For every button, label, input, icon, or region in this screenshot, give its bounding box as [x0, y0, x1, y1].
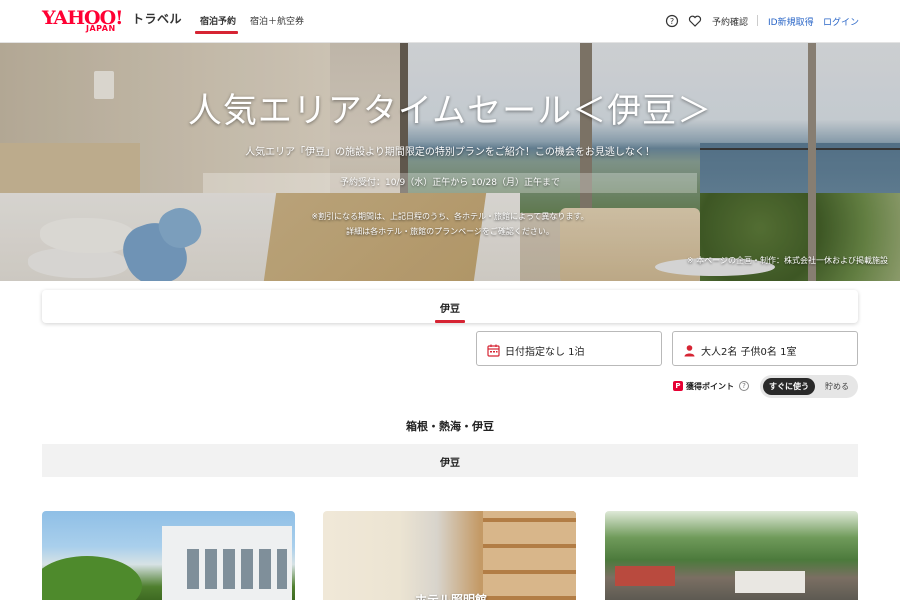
hero-banner: 人気エリアタイムセール＜伊豆＞ 人気エリア「伊豆」の施設より期間限定の特別プラン…: [0, 43, 900, 281]
tab-izu[interactable]: 伊豆: [42, 300, 858, 315]
points-toggle: すぐに使う 貯める: [760, 375, 858, 398]
date-field[interactable]: 日付指定なし 1泊: [476, 331, 662, 366]
tab-hotel-booking[interactable]: 宿泊予約: [200, 14, 236, 27]
hero-subtitle: 人気エリア「伊豆」の施設より期間限定の特別プランをご紹介！この機会をお見逃しなく…: [245, 147, 655, 158]
person-icon: [683, 342, 696, 357]
area-tab-bar: 伊豆: [42, 290, 858, 323]
logo-service: トラベル: [132, 12, 183, 26]
heart-icon[interactable]: [688, 13, 702, 27]
login-link[interactable]: ログイン: [823, 15, 859, 28]
question-circle-icon[interactable]: ?: [665, 13, 679, 28]
hotel-card-label: ホテル照明館: [415, 593, 488, 600]
region-row-izu[interactable]: 伊豆: [42, 444, 858, 477]
paypay-point-icon: P: [673, 381, 683, 391]
active-tab-indicator: [195, 31, 238, 34]
hotel-card-2[interactable]: ホテル照明館: [323, 511, 576, 600]
guests-value: 大人2名 子供0名 1室: [701, 347, 797, 358]
toggle-save[interactable]: 貯める: [820, 378, 854, 395]
yahoo-travel-logo[interactable]: YAHOO! JAPAN トラベル: [42, 8, 182, 34]
logo-sub: JAPAN: [86, 24, 116, 33]
guests-field[interactable]: 大人2名 子供0名 1室: [672, 331, 858, 366]
hero-credit: ※ 本ページの企画・制作：株式会社一休および掲載施設: [686, 256, 888, 265]
hotel-card-3[interactable]: [605, 511, 858, 600]
date-value: 日付指定なし 1泊: [505, 347, 585, 358]
points-help-icon[interactable]: ?: [739, 381, 749, 391]
signup-link[interactable]: ID新規取得: [768, 15, 814, 28]
area-tab-indicator: [435, 320, 465, 323]
calendar-icon: [487, 342, 500, 357]
hero-note-line1: ※割引になる期間は、上記日程のうち、各ホテル・旅館によって異なります。: [311, 212, 589, 221]
hotel-card-1[interactable]: [42, 511, 295, 600]
hero-note: ※割引になる期間は、上記日程のうち、各ホテル・旅館によって異なります。 詳細は各…: [0, 209, 900, 239]
reservation-check-link[interactable]: 予約確認: [712, 15, 748, 28]
tab-hotel-flight[interactable]: 宿泊＋航空券: [250, 14, 304, 27]
hero-period: 予約受付：10/9（水）正午から 10/28（月）正午まで: [203, 173, 697, 193]
header-divider: [757, 15, 758, 26]
hero-note-line2: 詳細は各ホテル・旅館のプランページをご確認ください。: [346, 227, 554, 236]
svg-text:?: ?: [670, 17, 674, 26]
hero-title: 人気エリアタイムセール＜伊豆＞: [187, 91, 713, 131]
toggle-use-now[interactable]: すぐに使う: [763, 378, 815, 395]
region-row-label: 伊豆: [440, 458, 460, 469]
site-header: YAHOO! JAPAN トラベル 宿泊予約 宿泊＋航空券 ? 予約確認 ID新…: [0, 0, 900, 43]
region-title: 箱根・熱海・伊豆: [406, 420, 494, 433]
points-label: 獲得ポイント: [686, 382, 734, 391]
